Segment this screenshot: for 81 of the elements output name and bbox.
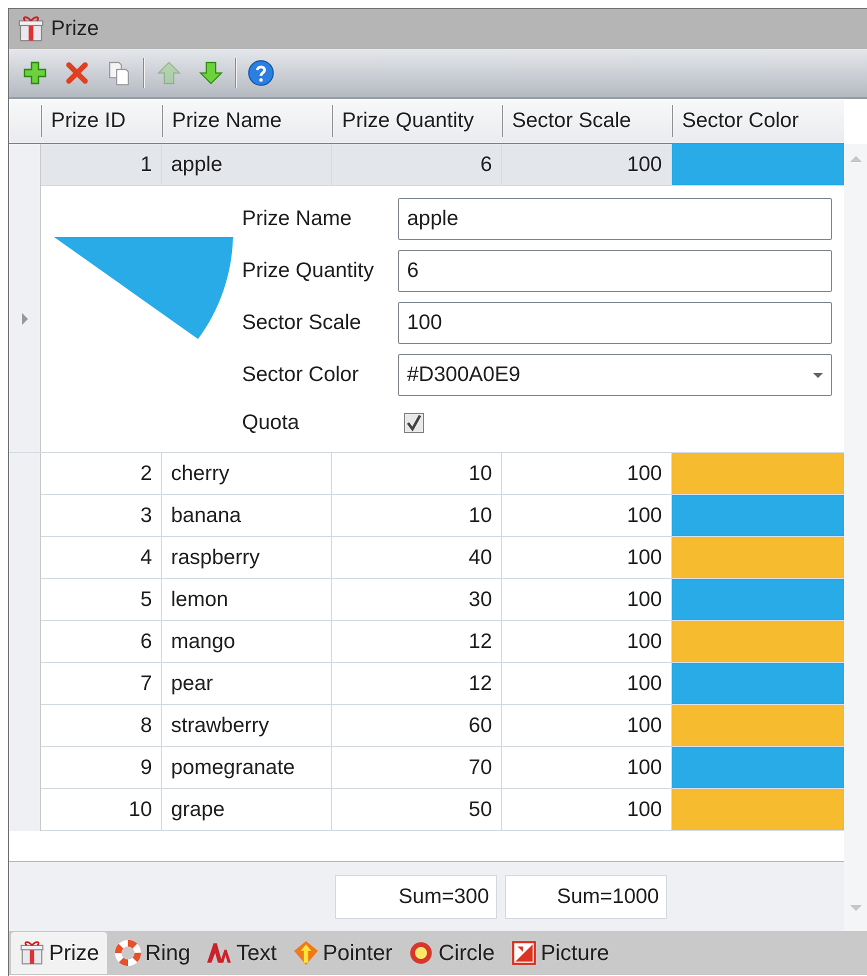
table-cell: pear (162, 663, 332, 705)
table-cell: 100 (502, 144, 672, 186)
table-cell: 6 (332, 144, 502, 186)
tab[interactable]: Text (198, 932, 285, 974)
table-row[interactable]: 5 lemon 30 100 (9, 579, 844, 621)
table-cell: 12 (332, 663, 502, 705)
window-title: Prize (51, 17, 99, 41)
sum-field: Sum=300 (335, 874, 497, 918)
table-cell: 5 (41, 579, 162, 621)
table-cell: 7 (41, 663, 162, 705)
tab[interactable]: Prize (11, 932, 108, 974)
table-cell: 10 (332, 495, 502, 537)
column-header[interactable]: Prize ID (41, 105, 162, 137)
table-row[interactable]: 6 mango 12 100 (9, 621, 844, 663)
scroll-down-icon[interactable] (850, 905, 862, 911)
scroll-up-icon[interactable] (850, 156, 862, 162)
table-cell: 10 (41, 789, 162, 831)
field-label: Quota (242, 411, 300, 435)
table-row[interactable]: 9 pomegranate 70 100 (9, 747, 844, 789)
input-field[interactable]: 100 (398, 302, 832, 344)
table-cell: 40 (332, 537, 502, 579)
column-header[interactable]: Sector Scale (502, 105, 672, 137)
input-field[interactable]: 6 (398, 250, 832, 292)
tab[interactable]: Circle (400, 932, 503, 974)
table-cell: grape (162, 789, 332, 831)
circle-icon (408, 940, 434, 966)
table-row[interactable]: 8 strawberry 60 100 (9, 705, 844, 747)
table-cell: 2 (41, 453, 162, 495)
caret-icon (813, 372, 823, 378)
table-cell: 50 (332, 789, 502, 831)
table-cell: 9 (41, 747, 162, 789)
plus-icon (21, 59, 49, 87)
table-row[interactable]: 10 grape 50 100 (9, 789, 844, 831)
table-row[interactable]: 3 banana 10 100 (9, 495, 844, 537)
pointer-icon (292, 940, 319, 966)
scrollbar[interactable] (844, 144, 867, 931)
tab[interactable]: Ring (107, 932, 198, 974)
table-cell: apple (162, 144, 332, 186)
table-cell: lemon (162, 579, 332, 621)
table-cell: mango (162, 621, 332, 663)
table-cell: raspberry (162, 537, 332, 579)
field-label: Sector Scale (242, 311, 362, 335)
table-cell: 4 (41, 537, 162, 579)
table-cell: strawberry (162, 705, 332, 747)
column-header[interactable]: Prize Name (162, 105, 332, 137)
input-field[interactable]: apple (398, 198, 832, 240)
table-cell: 70 (332, 747, 502, 789)
table-cell: 3 (41, 495, 162, 537)
checkbox[interactable] (404, 413, 424, 433)
dropdown[interactable]: #D300A0E9 (398, 354, 832, 396)
up-arrow-icon (155, 59, 183, 87)
gift-icon (19, 940, 45, 966)
gift-icon (17, 15, 45, 43)
down-arrow-icon (197, 59, 225, 87)
expand-arrow-icon[interactable] (22, 313, 28, 325)
table-row[interactable]: 7 pear 12 100 (9, 663, 844, 705)
sum-field: Sum=1000 (505, 874, 667, 918)
tab[interactable]: Pointer (284, 932, 400, 974)
table-cell: pomegranate (162, 747, 332, 789)
table-row[interactable]: 1 apple 6 100 (9, 144, 844, 186)
field-label: Prize Name (242, 207, 353, 231)
lifebuoy-icon (115, 940, 142, 966)
table-cell: 60 (332, 705, 502, 747)
field-label: Sector Color (242, 363, 360, 387)
delete-icon (63, 59, 91, 87)
table-cell: 10 (332, 453, 502, 495)
table-cell: 8 (41, 705, 162, 747)
column-header[interactable]: Sector Color (672, 105, 844, 137)
picture-icon (510, 940, 537, 966)
table-cell: 30 (332, 579, 502, 621)
column-header[interactable]: Prize Quantity (332, 105, 502, 137)
table-cell: banana (162, 495, 332, 537)
table-row[interactable]: 2 cherry 10 100 (9, 453, 844, 495)
table-cell: cherry (162, 453, 332, 495)
table-cell: 12 (332, 621, 502, 663)
field-label: Prize Quantity (242, 259, 375, 283)
help-icon (247, 59, 275, 87)
table-cell: 1 (41, 144, 162, 186)
table-row[interactable]: 4 raspberry 40 100 (9, 537, 844, 579)
tab[interactable]: Picture (502, 932, 618, 974)
table-cell: 6 (41, 621, 162, 663)
